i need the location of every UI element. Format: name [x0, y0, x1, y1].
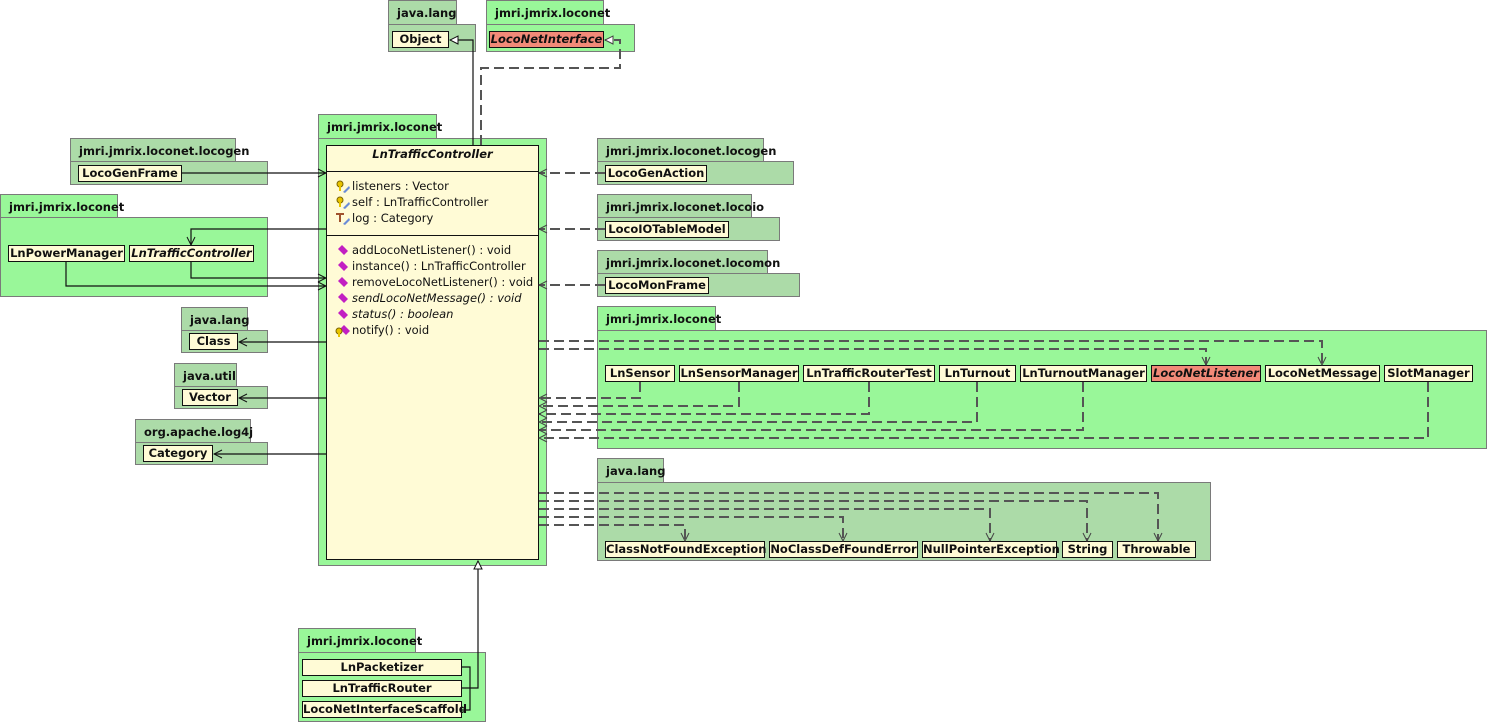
association-edge-ln-traffic-controller-self	[190, 262, 326, 278]
realization-edge-loconet-interface	[480, 40, 621, 145]
dependency-edge-ln-turnout	[539, 382, 978, 422]
association-edge-ln-power-manager	[65, 262, 326, 286]
dependency-edge-loco-net-listener	[539, 348, 1206, 365]
dependency-edge-no-class-def-found-error	[539, 516, 843, 541]
dependency-edge-ln-sensor	[539, 382, 641, 398]
dependency-edge-loco-net-message	[539, 340, 1322, 365]
generalization-edge-object	[450, 40, 474, 145]
generalization-edge-bottom	[462, 561, 478, 711]
connector-layer	[65, 0, 1429, 711]
association-edge-ln-traffic-controller-ref	[191, 228, 326, 245]
dependency-edge-string	[539, 500, 1087, 541]
dependency-edge-class-not-found-exception	[539, 524, 685, 541]
